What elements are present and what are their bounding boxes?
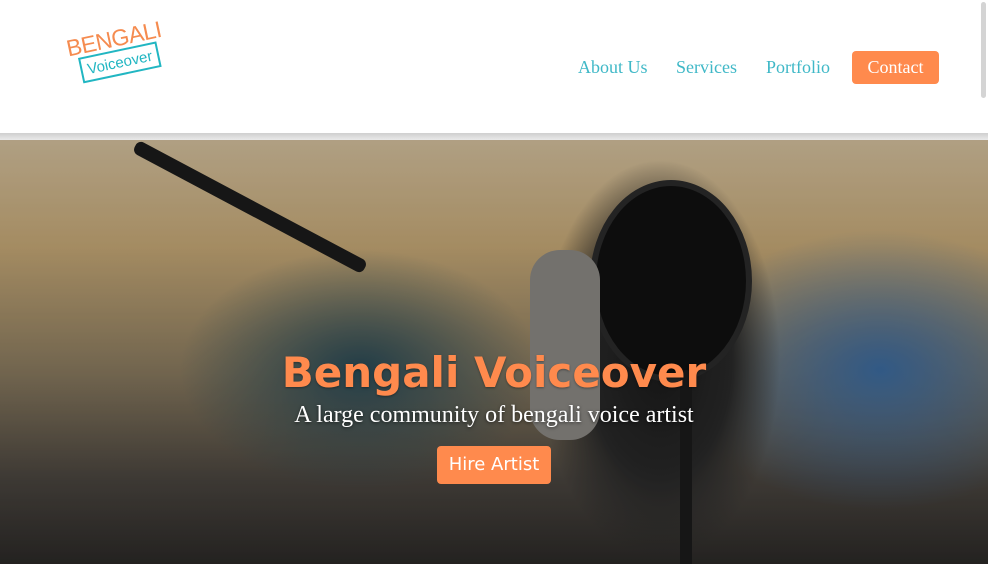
brand-logo[interactable]: BENGALI Voiceover [58,16,170,102]
nav-contact-button[interactable]: Contact [852,51,939,84]
hero-title: Bengali Voiceover [281,348,707,397]
page-scrollbar[interactable] [981,2,986,98]
nav-link-portfolio[interactable]: Portfolio [766,51,830,84]
hire-artist-button[interactable]: Hire Artist [437,446,551,484]
hero-content: Bengali Voiceover A large community of b… [0,140,988,564]
navbar-divider [0,133,988,140]
nav-link-services[interactable]: Services [676,51,737,84]
hero-subtitle: A large community of bengali voice artis… [294,402,694,428]
hero-banner: Bengali Voiceover A large community of b… [0,140,988,564]
header-navbar: BENGALI Voiceover About Us Services Port… [0,0,988,133]
nav-link-about[interactable]: About Us [578,51,648,84]
